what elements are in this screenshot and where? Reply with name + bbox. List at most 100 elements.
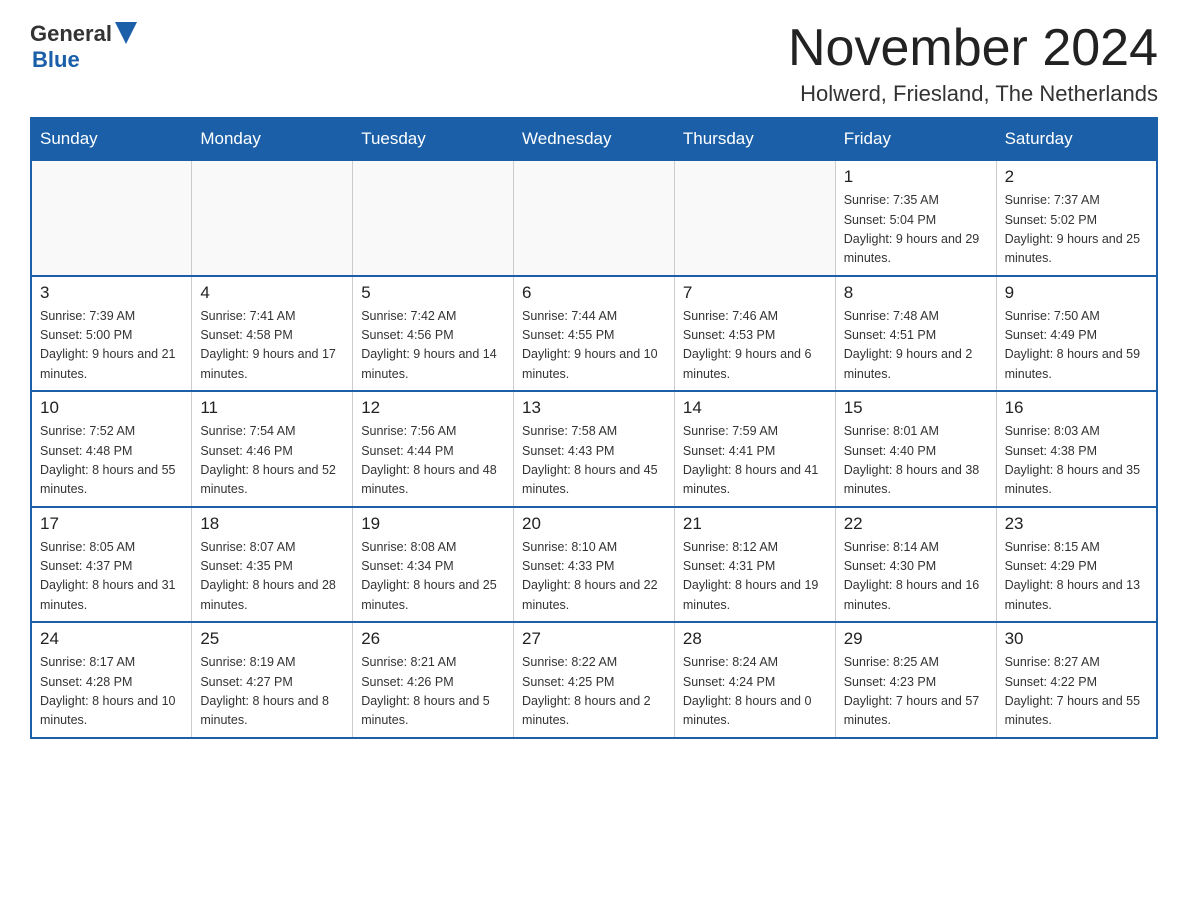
day-info: Sunrise: 7:44 AMSunset: 4:55 PMDaylight:… (522, 307, 666, 385)
day-number: 23 (1005, 514, 1148, 534)
day-info: Sunrise: 7:50 AMSunset: 4:49 PMDaylight:… (1005, 307, 1148, 385)
calendar-cell: 27Sunrise: 8:22 AMSunset: 4:25 PMDayligh… (514, 622, 675, 738)
day-number: 2 (1005, 167, 1148, 187)
calendar-week-row: 3 Sunrise: 7:39 AMSunset: 5:00 PMDaylight… (31, 276, 1157, 392)
day-number: 4 (200, 283, 344, 303)
calendar-cell: 11 Sunrise: 7:54 AMSunset: 4:46 PMDayligh… (192, 391, 353, 507)
day-number: 13 (522, 398, 666, 418)
day-number: 5 (361, 283, 505, 303)
day-number: 17 (40, 514, 183, 534)
logo-triangle-icon (115, 22, 137, 44)
calendar-cell: 4Sunrise: 7:41 AMSunset: 4:58 PMDaylight… (192, 276, 353, 392)
day-info: Sunrise: 8:14 AMSunset: 4:30 PMDaylight:… (844, 538, 988, 616)
day-info: Sunrise: 8:24 AMSunset: 4:24 PMDaylight:… (683, 653, 827, 731)
day-info: Sunrise: 8:15 AMSunset: 4:29 PMDaylight:… (1005, 538, 1148, 616)
day-number: 26 (361, 629, 505, 649)
weekday-header-tuesday: Tuesday (353, 118, 514, 160)
day-info: Sunrise: 7:37 AMSunset: 5:02 PMDaylight:… (1005, 191, 1148, 269)
calendar-cell: 26 Sunrise: 8:21 AMSunset: 4:26 PMDayligh… (353, 622, 514, 738)
day-number: 10 (40, 398, 183, 418)
day-info: Sunrise: 8:08 AMSunset: 4:34 PMDaylight:… (361, 538, 505, 616)
calendar-cell: 5 Sunrise: 7:42 AMSunset: 4:56 PMDaylight… (353, 276, 514, 392)
day-number: 28 (683, 629, 827, 649)
weekday-header-saturday: Saturday (996, 118, 1157, 160)
calendar-cell: 14Sunrise: 7:59 AMSunset: 4:41 PMDayligh… (674, 391, 835, 507)
day-info: Sunrise: 8:01 AMSunset: 4:40 PMDaylight:… (844, 422, 988, 500)
day-info: Sunrise: 8:25 AMSunset: 4:23 PMDaylight:… (844, 653, 988, 731)
calendar-cell: 17 Sunrise: 8:05 AMSunset: 4:37 PMDayligh… (31, 507, 192, 623)
day-info: Sunrise: 8:12 AMSunset: 4:31 PMDaylight:… (683, 538, 827, 616)
calendar-cell (31, 160, 192, 276)
weekday-header-thursday: Thursday (674, 118, 835, 160)
day-number: 3 (40, 283, 183, 303)
calendar-cell: 12 Sunrise: 7:56 AMSunset: 4:44 PMDayligh… (353, 391, 514, 507)
day-info: Sunrise: 7:39 AMSunset: 5:00 PMDaylight:… (40, 307, 183, 385)
calendar-cell: 22 Sunrise: 8:14 AMSunset: 4:30 PMDayligh… (835, 507, 996, 623)
logo-general-text: General (30, 21, 112, 47)
day-info: Sunrise: 7:56 AMSunset: 4:44 PMDaylight:… (361, 422, 505, 500)
day-number: 16 (1005, 398, 1148, 418)
day-info: Sunrise: 8:27 AMSunset: 4:22 PMDaylight:… (1005, 653, 1148, 731)
day-info: Sunrise: 7:48 AMSunset: 4:51 PMDaylight:… (844, 307, 988, 385)
calendar-cell: 6 Sunrise: 7:44 AMSunset: 4:55 PMDaylight… (514, 276, 675, 392)
logo: General Blue (30, 20, 137, 73)
day-number: 12 (361, 398, 505, 418)
day-number: 27 (522, 629, 666, 649)
day-number: 18 (200, 514, 344, 534)
day-number: 9 (1005, 283, 1148, 303)
calendar-body: 1Sunrise: 7:35 AMSunset: 5:04 PMDaylight… (31, 160, 1157, 738)
day-number: 20 (522, 514, 666, 534)
day-number: 7 (683, 283, 827, 303)
calendar-week-row: 1Sunrise: 7:35 AMSunset: 5:04 PMDaylight… (31, 160, 1157, 276)
day-info: Sunrise: 7:58 AMSunset: 4:43 PMDaylight:… (522, 422, 666, 500)
calendar-cell: 20Sunrise: 8:10 AMSunset: 4:33 PMDayligh… (514, 507, 675, 623)
calendar-week-row: 10 Sunrise: 7:52 AMSunset: 4:48 PMDayligh… (31, 391, 1157, 507)
day-info: Sunrise: 8:21 AMSunset: 4:26 PMDaylight:… (361, 653, 505, 731)
calendar-cell: 2 Sunrise: 7:37 AMSunset: 5:02 PMDaylight… (996, 160, 1157, 276)
day-info: Sunrise: 8:05 AMSunset: 4:37 PMDaylight:… (40, 538, 183, 616)
calendar-cell (192, 160, 353, 276)
calendar-cell: 29 Sunrise: 8:25 AMSunset: 4:23 PMDayligh… (835, 622, 996, 738)
logo-block: General Blue (30, 20, 137, 73)
calendar-cell: 8 Sunrise: 7:48 AMSunset: 4:51 PMDaylight… (835, 276, 996, 392)
weekday-header-friday: Friday (835, 118, 996, 160)
calendar-cell: 10 Sunrise: 7:52 AMSunset: 4:48 PMDayligh… (31, 391, 192, 507)
day-number: 30 (1005, 629, 1148, 649)
calendar-cell: 21Sunrise: 8:12 AMSunset: 4:31 PMDayligh… (674, 507, 835, 623)
calendar-cell: 15 Sunrise: 8:01 AMSunset: 4:40 PMDayligh… (835, 391, 996, 507)
calendar-cell (674, 160, 835, 276)
day-number: 8 (844, 283, 988, 303)
day-info: Sunrise: 7:42 AMSunset: 4:56 PMDaylight:… (361, 307, 505, 385)
day-number: 11 (200, 398, 344, 418)
day-number: 6 (522, 283, 666, 303)
day-number: 24 (40, 629, 183, 649)
calendar-cell: 18 Sunrise: 8:07 AMSunset: 4:35 PMDayligh… (192, 507, 353, 623)
weekday-header-wednesday: Wednesday (514, 118, 675, 160)
month-title: November 2024 (788, 20, 1158, 77)
day-info: Sunrise: 8:07 AMSunset: 4:35 PMDaylight:… (200, 538, 344, 616)
day-number: 15 (844, 398, 988, 418)
calendar-cell: 30 Sunrise: 8:27 AMSunset: 4:22 PMDayligh… (996, 622, 1157, 738)
title-block: November 2024 Holwerd, Friesland, The Ne… (788, 20, 1158, 107)
calendar-cell: 24Sunrise: 8:17 AMSunset: 4:28 PMDayligh… (31, 622, 192, 738)
day-number: 25 (200, 629, 344, 649)
day-info: Sunrise: 7:52 AMSunset: 4:48 PMDaylight:… (40, 422, 183, 500)
day-number: 29 (844, 629, 988, 649)
day-info: Sunrise: 7:54 AMSunset: 4:46 PMDaylight:… (200, 422, 344, 500)
weekday-header-sunday: Sunday (31, 118, 192, 160)
day-number: 22 (844, 514, 988, 534)
calendar-cell: 9 Sunrise: 7:50 AMSunset: 4:49 PMDaylight… (996, 276, 1157, 392)
calendar-cell: 3 Sunrise: 7:39 AMSunset: 5:00 PMDaylight… (31, 276, 192, 392)
calendar-cell (353, 160, 514, 276)
calendar-cell: 28 Sunrise: 8:24 AMSunset: 4:24 PMDayligh… (674, 622, 835, 738)
calendar-cell: 7 Sunrise: 7:46 AMSunset: 4:53 PMDaylight… (674, 276, 835, 392)
calendar-header: SundayMondayTuesdayWednesdayThursdayFrid… (31, 118, 1157, 160)
calendar-week-row: 17 Sunrise: 8:05 AMSunset: 4:37 PMDayligh… (31, 507, 1157, 623)
day-info: Sunrise: 8:03 AMSunset: 4:38 PMDaylight:… (1005, 422, 1148, 500)
page-header: General Blue November 2024 Holwerd, Frie… (30, 20, 1158, 107)
calendar-week-row: 24Sunrise: 8:17 AMSunset: 4:28 PMDayligh… (31, 622, 1157, 738)
weekday-header-monday: Monday (192, 118, 353, 160)
day-info: Sunrise: 8:19 AMSunset: 4:27 PMDaylight:… (200, 653, 344, 731)
day-info: Sunrise: 7:35 AMSunset: 5:04 PMDaylight:… (844, 191, 988, 269)
day-info: Sunrise: 7:46 AMSunset: 4:53 PMDaylight:… (683, 307, 827, 385)
